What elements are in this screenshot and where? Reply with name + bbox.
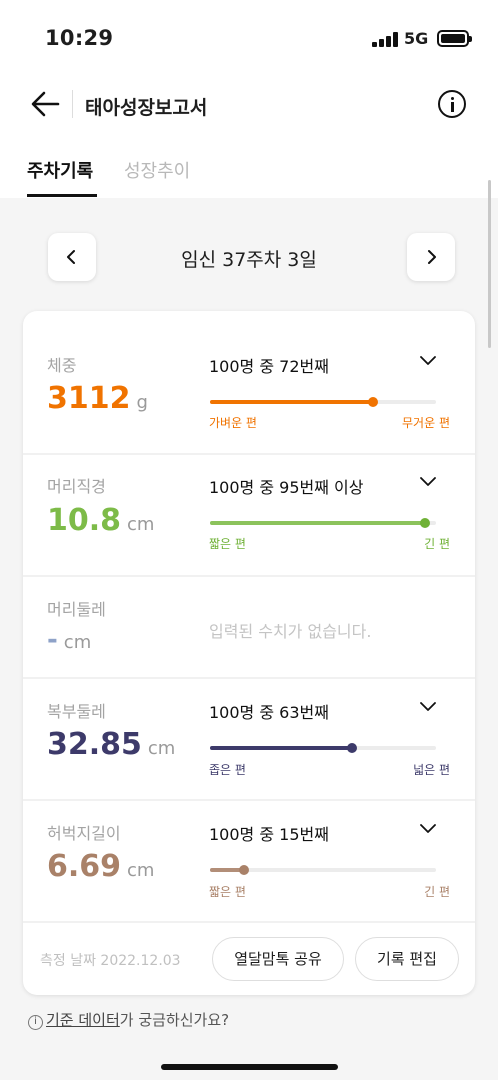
percentile-marker xyxy=(367,397,378,407)
battery-icon xyxy=(437,30,472,47)
chevron-down-icon[interactable] xyxy=(420,356,436,366)
measurement-row-head-circumference[interactable]: 머리둘레 - cm 입력된 수치가 없습니다. xyxy=(23,577,475,677)
chevron-down-icon[interactable] xyxy=(420,477,436,487)
signal-icon xyxy=(372,31,400,47)
measurement-row-femur[interactable]: 허벅지길이 6.69 cm 100명 중 15번째 짧은 편 긴 편 xyxy=(23,801,475,921)
value-unit: cm xyxy=(127,514,155,535)
low-label: 가벼운 편 xyxy=(209,416,257,430)
value-unit: cm xyxy=(127,860,155,881)
measure-value: 6.69 cm xyxy=(47,849,154,884)
measurement-card: 체중 3112 g 100명 중 72번째 가벼운 편 무거운 편 머리직경 10… xyxy=(23,311,475,995)
measurement-row-head-diameter[interactable]: 머리직경 10.8 cm 100명 중 95번째 이상 짧은 편 긴 편 xyxy=(23,455,475,575)
value-number: - xyxy=(47,625,58,655)
measure-date: 측정 날짜 2022.12.03 xyxy=(40,953,181,969)
measure-label: 허벅지길이 xyxy=(47,824,121,843)
high-label: 긴 편 xyxy=(424,537,450,551)
share-button[interactable]: 열달맘톡 공유 xyxy=(212,937,344,981)
top-bar: 10:29 5G 태아성장보고서 주차기록 성장추이 xyxy=(0,0,498,198)
measurement-row-abdomen[interactable]: 복부둘레 32.85 cm 100명 중 63번째 좁은 편 넓은 편 xyxy=(23,679,475,799)
percentile-bar xyxy=(210,743,436,753)
low-label: 짧은 편 xyxy=(209,537,246,551)
chevron-right-icon xyxy=(428,250,436,264)
value-unit: g xyxy=(136,392,148,413)
rank-text: 100명 중 63번째 xyxy=(209,703,329,722)
chevron-down-icon[interactable] xyxy=(420,702,436,712)
value-number: 3112 xyxy=(47,381,131,416)
tab-growth-trend[interactable]: 성장추이 xyxy=(124,157,190,183)
value-number: 6.69 xyxy=(47,849,122,884)
high-label: 긴 편 xyxy=(424,885,450,899)
page-title: 태아성장보고서 xyxy=(85,97,208,119)
measure-label: 복부둘레 xyxy=(47,702,106,721)
percentile-bar xyxy=(210,397,436,407)
empty-text: 입력된 수치가 없습니다. xyxy=(209,622,372,641)
value-unit: cm xyxy=(63,632,92,653)
high-label: 무거운 편 xyxy=(402,416,450,430)
value-unit: cm xyxy=(147,738,176,759)
status-time: 10:29 xyxy=(45,26,114,50)
network-label: 5G xyxy=(404,29,429,48)
measure-label: 머리직경 xyxy=(47,477,106,496)
low-label: 짧은 편 xyxy=(209,885,246,899)
home-indicator xyxy=(161,1064,338,1070)
measure-value: 10.8 cm xyxy=(47,503,154,538)
value-number: 10.8 xyxy=(47,503,122,538)
measure-value: 3112 g xyxy=(47,381,148,416)
percentile-fill xyxy=(210,746,353,750)
percentile-marker xyxy=(347,743,358,753)
measure-value: - cm xyxy=(47,625,91,655)
help-text: i 기준 데이터가 궁금하신가요? xyxy=(28,1009,229,1030)
percentile-marker xyxy=(419,518,430,528)
info-circle-icon: i xyxy=(28,1015,43,1030)
header-divider xyxy=(72,90,73,118)
percentile-marker xyxy=(238,865,249,875)
percentile-bar xyxy=(210,865,436,875)
next-week-button[interactable] xyxy=(407,233,455,281)
row-divider xyxy=(23,921,475,923)
percentile-fill xyxy=(210,400,373,404)
edit-record-button[interactable]: 기록 편집 xyxy=(355,937,459,981)
tab-weekly-record[interactable]: 주차기록 xyxy=(27,157,93,183)
measurement-row-weight[interactable]: 체중 3112 g 100명 중 72번째 가벼운 편 무거운 편 xyxy=(23,311,475,453)
help-question: 가 궁금하신가요? xyxy=(119,1011,230,1029)
info-icon[interactable] xyxy=(438,90,466,118)
active-tab-indicator xyxy=(27,194,97,197)
back-arrow-icon[interactable] xyxy=(30,88,62,120)
rank-text: 100명 중 72번째 xyxy=(209,357,329,376)
reference-data-link[interactable]: 기준 데이터 xyxy=(46,1011,120,1029)
percentile-bar xyxy=(210,518,436,528)
rank-text: 100명 중 15번째 xyxy=(209,825,329,844)
percentile-fill xyxy=(210,521,425,525)
chevron-down-icon[interactable] xyxy=(420,824,436,834)
rank-text: 100명 중 95번째 이상 xyxy=(209,478,364,497)
measure-value: 32.85 cm xyxy=(47,727,175,762)
value-number: 32.85 xyxy=(47,727,142,762)
low-label: 좁은 편 xyxy=(209,763,246,777)
measure-label: 체중 xyxy=(47,356,77,375)
high-label: 넓은 편 xyxy=(413,763,450,777)
measure-label: 머리둘레 xyxy=(47,600,106,619)
